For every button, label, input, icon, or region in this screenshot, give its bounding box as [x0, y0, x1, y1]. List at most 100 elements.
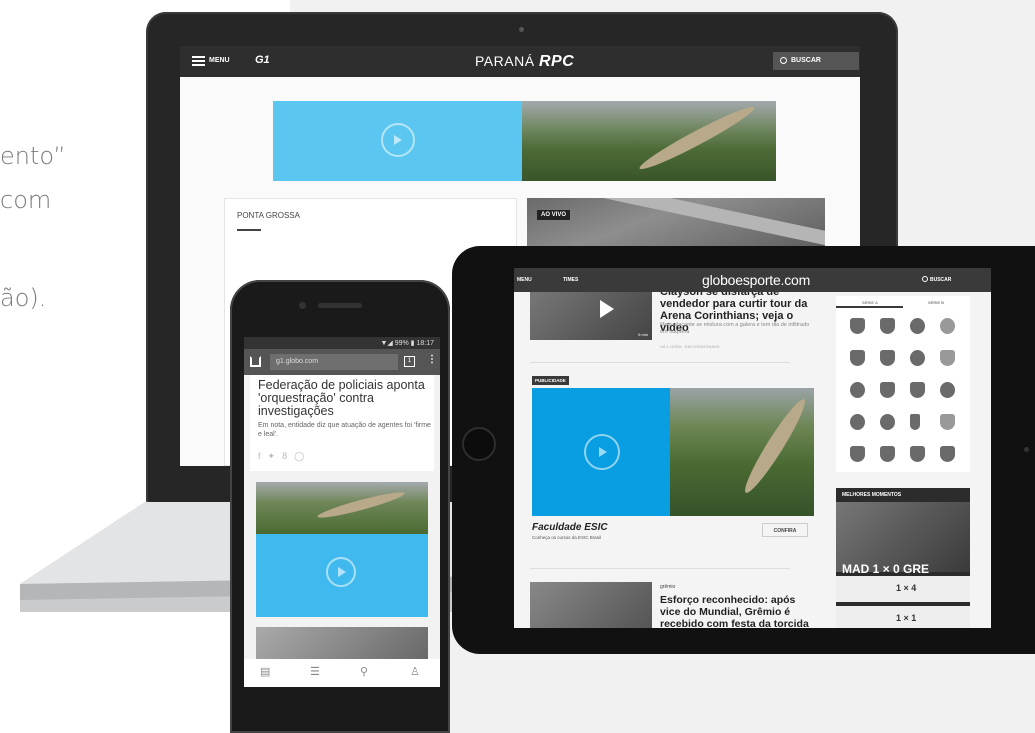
league-tabs: SÉRIE A SÉRIE B [836, 296, 970, 308]
phone-screen: ▼◢ 99% ▮ 18:17 g1.globo.com 1 ⋮ Federaçã… [244, 337, 440, 687]
team-crest-icon[interactable] [910, 382, 925, 398]
more-menu-icon[interactable]: ⋮ [427, 354, 437, 365]
play-icon[interactable] [381, 123, 415, 157]
ad-subtitle: Conheça os cursos da ESIC Brasil [532, 535, 602, 540]
team-crest-icon[interactable] [880, 318, 895, 334]
team-crest-icon[interactable] [850, 318, 865, 334]
melhores-momentos-panel: MELHORES MOMENTOS MAD 1 × 0 GRE 1 × 4 1 … [836, 488, 970, 628]
phone-speaker [318, 303, 362, 308]
team-crest-icon[interactable] [880, 350, 895, 366]
address-bar[interactable]: g1.globo.com [270, 354, 398, 370]
profile-icon[interactable]: ♙ [410, 665, 420, 678]
team-crest-icon[interactable] [940, 382, 955, 398]
left-text-line-1: ento” [0, 142, 66, 170]
story-video-thumbnail[interactable]: 6 min [530, 292, 652, 340]
team-crest-icon[interactable] [880, 382, 895, 398]
home-icon[interactable] [250, 356, 261, 367]
article-summary: Em nota, entidade diz que atuação de age… [258, 422, 431, 438]
divider [530, 568, 790, 569]
times-label[interactable]: TIMES [563, 277, 578, 283]
team-crest-icon[interactable] [910, 446, 925, 462]
live-video-thumbnail[interactable]: AO VIVO [527, 198, 825, 253]
g1-logo[interactable]: G1 [255, 54, 270, 66]
team-crest-icon[interactable] [910, 350, 925, 366]
panel-title: MELHORES MOMENTOS [842, 492, 902, 498]
highlight-row[interactable]: 1 × 1 [836, 606, 970, 628]
status-bar: ▼◢ 99% ▮ 18:17 [244, 337, 440, 349]
team-crest-icon[interactable] [850, 446, 865, 462]
story-headline[interactable]: Esforço reconhecido: após vice do Mundia… [660, 594, 810, 628]
team-crest-icon[interactable] [940, 318, 955, 334]
search-button[interactable]: BUSCAR [773, 52, 859, 70]
team-crest-icon[interactable] [850, 382, 865, 398]
browser-toolbar: g1.globo.com 1 ⋮ [244, 349, 440, 375]
video-ad[interactable] [532, 388, 814, 516]
search-label: BUSCAR [791, 57, 821, 64]
google-plus-icon[interactable]: 8 [282, 451, 294, 461]
team-crest-icon[interactable] [880, 414, 895, 430]
facebook-icon[interactable]: f [258, 451, 268, 461]
menu-icon[interactable]: ☰ [310, 665, 320, 678]
tablet-home-button[interactable] [462, 427, 496, 461]
divider [530, 362, 790, 363]
story-thumbnail[interactable] [530, 582, 652, 628]
brand-region: PARANÁ [475, 53, 535, 69]
video-duration: 6 min [638, 332, 648, 337]
twitter-icon[interactable]: ✦ [268, 451, 283, 461]
article-card[interactable]: Federação de policiais aponta 'orquestra… [250, 375, 434, 471]
hamburger-icon[interactable] [192, 56, 205, 66]
site-brand[interactable]: globoesporte.com [702, 272, 810, 288]
team-crest-icon[interactable] [880, 446, 895, 462]
team-crest-icon[interactable] [910, 318, 925, 334]
match-score: MAD 1 × 0 GRE [842, 562, 930, 576]
play-icon[interactable] [584, 434, 620, 470]
tablet-camera [1024, 447, 1029, 452]
laptop-navbar: MENU G1 PARANÁ RPC BUSCAR [180, 46, 860, 77]
search-icon[interactable] [922, 276, 928, 282]
ad-river-photo [670, 388, 814, 516]
menu-label[interactable]: MENU [209, 57, 230, 64]
ad-label: PUBLICIDADE [532, 376, 569, 385]
banner-ad[interactable] [273, 101, 776, 181]
match-score: 1 × 4 [896, 583, 917, 593]
team-crest-icon[interactable] [940, 350, 955, 366]
search-label[interactable]: BUSCAR [930, 277, 951, 283]
tab-serie-b[interactable]: SÉRIE B [928, 300, 944, 305]
ad-river-photo [256, 482, 428, 534]
ad-brand[interactable]: Faculdade ESIC [532, 522, 608, 533]
menu-label[interactable]: MENU [517, 277, 532, 283]
highlight-video[interactable]: MAD 1 × 0 GRE [836, 502, 970, 576]
team-crests-grid [836, 308, 970, 472]
confira-button[interactable]: CONFIRA [762, 523, 808, 537]
search-icon[interactable]: ⚲ [360, 665, 368, 678]
play-icon[interactable] [326, 557, 356, 587]
article-headline[interactable]: Federação de policiais aponta 'orquestra… [258, 379, 434, 418]
whatsapp-icon[interactable]: ◯ [294, 451, 311, 461]
story-summary: Meia-atacante se mistura com a galera e … [660, 322, 810, 335]
left-text-line-3: ão). [0, 284, 47, 312]
story-tag[interactable]: grêmio [660, 584, 675, 590]
site-brand[interactable]: PARANÁ RPC [475, 53, 574, 71]
news-icon[interactable]: ▤ [260, 665, 270, 678]
live-badge: AO VIVO [537, 210, 571, 220]
team-crest-icon[interactable] [940, 446, 955, 462]
highlight-row[interactable]: 1 × 4 [836, 576, 970, 602]
share-icons: f✦8◯ [258, 451, 311, 462]
tabs-icon[interactable]: 1 [404, 356, 415, 367]
team-crest-icon[interactable] [850, 350, 865, 366]
play-icon [600, 300, 614, 318]
team-crest-icon[interactable] [910, 414, 920, 430]
bottom-navigation: ▤ ☰ ⚲ ♙ [244, 659, 440, 687]
match-score: 1 × 1 [896, 613, 917, 623]
section-title: PONTA GROSSA [237, 211, 300, 220]
tab-serie-a[interactable]: SÉRIE A [862, 300, 878, 305]
team-crest-icon[interactable] [940, 414, 955, 430]
tablet-navbar: MENU TIMES globoesporte.com BUSCAR [514, 268, 991, 292]
story-meta: HÁ 1 HORA · EM CORINTHIANS [660, 344, 720, 349]
laptop-camera [519, 27, 524, 32]
search-icon [780, 57, 787, 64]
left-text-line-2: com [0, 186, 52, 214]
video-ad[interactable] [256, 482, 428, 617]
tablet-main-column: 6 min Clayson se disfarça de vendedor pa… [530, 286, 814, 628]
team-crest-icon[interactable] [850, 414, 865, 430]
